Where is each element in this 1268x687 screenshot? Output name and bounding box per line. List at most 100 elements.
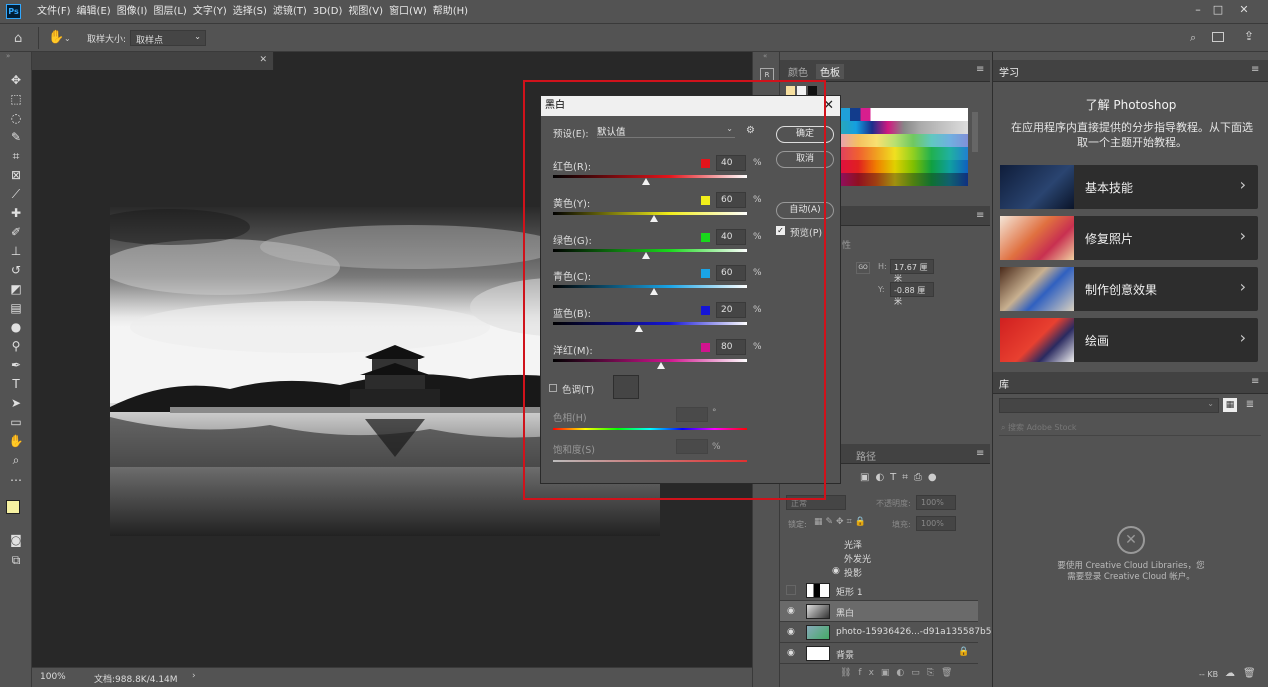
swatch-grid[interactable] <box>840 108 968 186</box>
grid-view-icon[interactable]: ▦ <box>1223 398 1237 412</box>
menu-type[interactable]: 文字(Y) <box>190 5 230 19</box>
learn-card-creative-effects[interactable]: 制作创意效果 › <box>1000 267 1258 311</box>
hand-tool-icon[interactable]: ✋ <box>48 30 64 45</box>
screen-mode-icon[interactable]: ⧉ <box>8 552 24 568</box>
sample-size-select[interactable]: 取样点 ⌄ <box>130 30 206 46</box>
layer-row[interactable]: ◉ 背景 🔒 <box>780 643 978 664</box>
panel-menu-icon[interactable]: ≡ <box>1251 64 1259 75</box>
tab-swatches[interactable]: 色板 <box>816 64 844 79</box>
pen-tool-icon[interactable]: ✒ <box>8 357 24 373</box>
menu-3d[interactable]: 3D(D) <box>310 5 346 19</box>
lasso-tool-icon[interactable]: ◌ <box>8 110 24 126</box>
layer-row[interactable]: 矩形 1 <box>780 580 978 601</box>
y-field[interactable]: -0.88 厘米 <box>890 282 934 306</box>
panel-menu-icon[interactable]: ≡ <box>976 64 984 75</box>
layer-row-selected[interactable]: ◉ 黑白 <box>780 601 978 622</box>
rectangle-tool-icon[interactable]: ▭ <box>8 414 24 430</box>
trash-icon[interactable]: 🗑 <box>1243 668 1256 679</box>
maximize-icon[interactable]: □ <box>1208 3 1228 17</box>
lock-icons[interactable]: ▦✎✥⌗🔒 <box>814 517 869 527</box>
learn-subtitle: 在应用程序内直接提供的分步指导教程。从下面选取一个主题开始教程。 <box>1011 121 1253 149</box>
fill-field[interactable]: 100% <box>916 516 956 531</box>
foreground-color-swatch[interactable] <box>6 500 20 514</box>
chevron-down-icon[interactable]: ⌄ <box>64 34 71 43</box>
menu-window[interactable]: 窗口(W) <box>386 5 430 19</box>
layer-filter-icons[interactable]: ▣◐T⌗⎙● <box>860 472 943 483</box>
eraser-tool-icon[interactable]: ◩ <box>8 281 24 297</box>
chevron-right-icon[interactable]: › <box>192 671 196 681</box>
marquee-tool-icon[interactable]: ⬚ <box>8 91 24 107</box>
search-icon: ⌕ <box>1001 423 1009 432</box>
dodge-tool-icon[interactable]: ⚲ <box>8 338 24 354</box>
learn-card-painting[interactable]: 绘画 › <box>1000 318 1258 362</box>
eye-icon[interactable]: ◉ <box>832 566 840 576</box>
library-select[interactable]: ⌄ <box>999 398 1219 413</box>
options-bar: ⌂ ✋ ⌄ 取样大小: 取样点 ⌄ ⌕ ⇪ <box>0 25 1268 52</box>
menu-view[interactable]: 视图(V) <box>345 5 386 19</box>
zoom-tool-icon[interactable]: ⌕ <box>8 452 24 468</box>
eye-icon[interactable]: ◉ <box>787 648 795 658</box>
crop-tool-icon[interactable]: ⌗ <box>8 148 24 164</box>
menu-filter[interactable]: 滤镜(T) <box>270 5 310 19</box>
menu-file[interactable]: 文件(F) <box>34 5 74 19</box>
search-icon[interactable]: ⌕ <box>1190 31 1196 45</box>
panel-menu-icon[interactable]: ≡ <box>976 210 984 221</box>
menu-image[interactable]: 图像(I) <box>114 5 151 19</box>
menu-select[interactable]: 选择(S) <box>230 5 270 19</box>
effect-outer-glow[interactable]: 外发光 <box>844 552 871 565</box>
minimize-icon[interactable]: – <box>1188 3 1208 17</box>
home-icon[interactable]: ⌂ <box>14 31 22 46</box>
healing-brush-tool-icon[interactable]: ✚ <box>8 205 24 221</box>
close-tab-icon[interactable]: ✕ <box>259 55 267 65</box>
library-size: -- KB <box>1199 670 1219 679</box>
highlight-box <box>523 80 826 500</box>
link-icon[interactable]: GO <box>856 262 870 274</box>
learn-card-fix-photo[interactable]: 修复照片 › <box>1000 216 1258 260</box>
card-thumbnail <box>1000 165 1074 209</box>
tab-learn[interactable]: 学习 <box>999 64 1019 79</box>
collapse-icon[interactable]: « <box>763 52 767 60</box>
tab-library[interactable]: 库 <box>999 376 1009 391</box>
panel-menu-icon[interactable]: ≡ <box>976 448 984 459</box>
share-icon[interactable]: ⇪ <box>1244 29 1254 43</box>
quick-mask-icon[interactable]: ◙ <box>8 532 24 548</box>
more-tools-icon[interactable]: ⋯ <box>8 472 24 488</box>
library-search[interactable]: ⌕ 搜索 Adobe Stock <box>999 420 1261 436</box>
type-tool-icon[interactable]: T <box>8 376 24 392</box>
tab-color[interactable]: 颜色 <box>788 64 808 79</box>
visibility-toggle[interactable] <box>786 585 796 595</box>
menu-help[interactable]: 帮助(H) <box>430 5 471 19</box>
document-tab[interactable]: ✕ <box>32 52 274 70</box>
swatches-scrollbar[interactable] <box>972 112 978 152</box>
layer-row[interactable]: ◉ photo-15936426...-d91a135587b5 <box>780 622 992 643</box>
menu-layer[interactable]: 图层(L) <box>150 5 189 19</box>
height-field[interactable]: 17.67 厘米 <box>890 259 934 283</box>
brush-tool-icon[interactable]: ✐ <box>8 224 24 240</box>
effect-satin[interactable]: 光泽 <box>844 538 862 551</box>
workspace-icon[interactable] <box>1212 32 1224 42</box>
blur-tool-icon[interactable]: ● <box>8 319 24 335</box>
eye-icon[interactable]: ◉ <box>787 606 795 616</box>
panel-menu-icon[interactable]: ≡ <box>1251 376 1259 387</box>
hand-tool-icon[interactable]: ✋ <box>8 433 24 449</box>
path-selection-tool-icon[interactable]: ➤ <box>8 395 24 411</box>
close-window-icon[interactable]: ✕ <box>1234 3 1254 17</box>
opacity-field[interactable]: 100% <box>916 495 956 510</box>
layers-footer-icons[interactable]: ⛓fx▣◐▭⎘🗑 <box>840 668 959 678</box>
effect-drop-shadow[interactable]: 投影 <box>844 566 862 579</box>
history-brush-tool-icon[interactable]: ↺ <box>8 262 24 278</box>
cloud-sync-icon[interactable]: ☁ <box>1225 668 1235 679</box>
move-tool-icon[interactable]: ✥ <box>8 72 24 88</box>
eyedropper-tool-icon[interactable]: ⟋ <box>8 186 24 202</box>
gradient-tool-icon[interactable]: ▤ <box>8 300 24 316</box>
eye-icon[interactable]: ◉ <box>787 627 795 637</box>
quick-select-tool-icon[interactable]: ✎ <box>8 129 24 145</box>
clone-stamp-tool-icon[interactable]: ⊥ <box>8 243 24 259</box>
collapse-icon[interactable]: » <box>6 52 10 60</box>
tab-paths[interactable]: 路径 <box>856 448 876 463</box>
zoom-level[interactable]: 100% <box>40 672 66 682</box>
frame-tool-icon[interactable]: ⊠ <box>8 167 24 183</box>
list-view-icon[interactable]: ≣ <box>1243 398 1257 412</box>
learn-card-basic-skills[interactable]: 基本技能 › <box>1000 165 1258 209</box>
menu-edit[interactable]: 编辑(E) <box>74 5 114 19</box>
